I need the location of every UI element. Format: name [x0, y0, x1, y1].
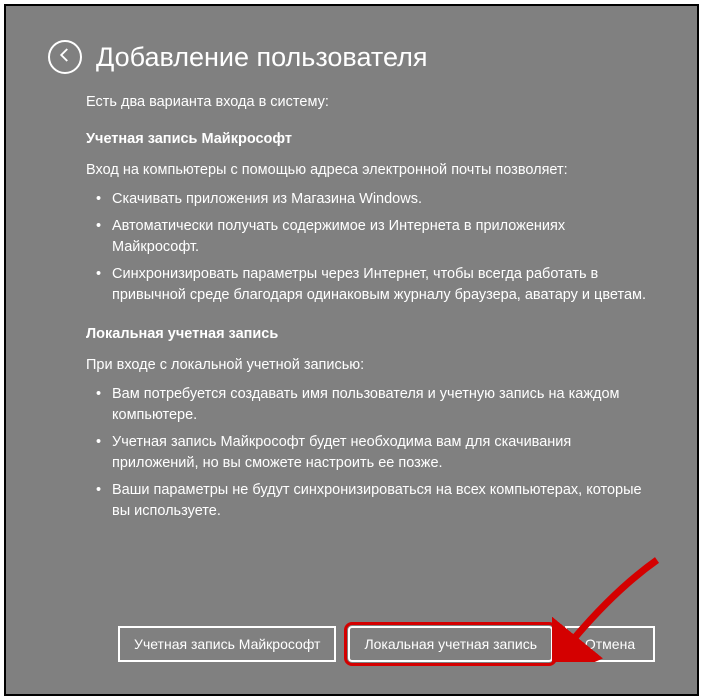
ms-account-list: Скачивать приложения из Магазина Windows…	[86, 189, 655, 306]
intro-text: Есть два варианта входа в систему:	[86, 92, 655, 113]
microsoft-account-button[interactable]: Учетная запись Майкрософт	[118, 626, 336, 662]
back-button[interactable]	[48, 40, 82, 74]
list-item: Автоматически получать содержимое из Инт…	[92, 216, 655, 258]
ms-account-heading: Учетная запись Майкрософт	[86, 129, 655, 150]
local-account-subtext: При входе с локальной учетной записью:	[86, 355, 655, 376]
cancel-button[interactable]: Отмена	[565, 626, 655, 662]
ms-account-subtext: Вход на компьютеры с помощью адреса элек…	[86, 160, 655, 181]
local-account-list: Вам потребуется создавать имя пользовате…	[86, 384, 655, 522]
list-item: Скачивать приложения из Магазина Windows…	[92, 189, 655, 210]
dialog-frame: Добавление пользователя Есть два вариант…	[4, 4, 699, 696]
local-account-heading: Локальная учетная запись	[86, 324, 655, 345]
add-user-dialog: Добавление пользователя Есть два вариант…	[12, 12, 691, 688]
list-item: Ваши параметры не будут синхронизировать…	[92, 480, 655, 522]
list-item: Вам потребуется создавать имя пользовате…	[92, 384, 655, 426]
dialog-header: Добавление пользователя	[48, 40, 655, 74]
dialog-button-row: Учетная запись Майкрософт Локальная учет…	[12, 626, 691, 662]
dialog-content: Есть два варианта входа в систему: Учетн…	[48, 92, 655, 522]
back-arrow-icon	[56, 46, 74, 69]
page-title: Добавление пользователя	[96, 42, 427, 73]
local-account-button[interactable]: Локальная учетная запись	[348, 626, 553, 662]
list-item: Синхронизировать параметры через Интерне…	[92, 264, 655, 306]
list-item: Учетная запись Майкрософт будет необходи…	[92, 432, 655, 474]
